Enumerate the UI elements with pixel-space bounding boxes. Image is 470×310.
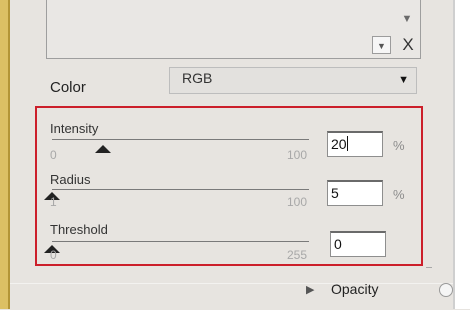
intensity-max: 100 bbox=[287, 148, 308, 162]
footer-bar bbox=[10, 283, 453, 310]
radius-input[interactable]: 5 bbox=[327, 180, 383, 206]
chevron-down-icon: ▼ bbox=[398, 74, 409, 86]
window-frame-left bbox=[0, 0, 8, 309]
radius-min: 1 bbox=[50, 195, 57, 209]
opacity-radio[interactable] bbox=[439, 283, 453, 297]
opacity-label[interactable]: Opacity bbox=[331, 281, 378, 297]
list-dropdown-button[interactable]: ▼ bbox=[372, 36, 391, 54]
color-label: Color bbox=[50, 79, 86, 96]
intensity-slider-track[interactable] bbox=[52, 139, 309, 140]
scroll-down-icon[interactable]: ▼ bbox=[400, 12, 414, 26]
radius-unit: % bbox=[393, 187, 405, 202]
window-frame-right bbox=[455, 0, 470, 309]
preset-list-box[interactable] bbox=[46, 0, 421, 59]
threshold-max: 255 bbox=[287, 248, 308, 262]
threshold-min: 0 bbox=[50, 248, 57, 262]
color-mode-value: RGB bbox=[182, 70, 213, 86]
radius-title: Radius bbox=[50, 172, 91, 187]
intensity-unit: % bbox=[393, 138, 405, 153]
intensity-input[interactable]: 20 bbox=[327, 131, 383, 157]
intensity-slider-thumb[interactable] bbox=[95, 145, 112, 153]
intensity-value: 20 bbox=[331, 136, 347, 152]
radius-slider-track[interactable] bbox=[52, 189, 309, 190]
color-mode-select[interactable]: RGB ▼ bbox=[169, 67, 417, 94]
clear-list-button[interactable]: X bbox=[397, 34, 419, 56]
intensity-title: Intensity bbox=[50, 121, 99, 136]
window-frame-inner bbox=[8, 0, 10, 309]
threshold-slider-track[interactable] bbox=[52, 241, 309, 242]
expand-arrow-icon[interactable]: ▶ bbox=[306, 283, 314, 296]
radius-max: 100 bbox=[287, 195, 308, 209]
threshold-title: Threshold bbox=[50, 222, 108, 237]
threshold-input[interactable]: 0 bbox=[330, 231, 386, 257]
intensity-min: 0 bbox=[50, 148, 57, 162]
text-cursor bbox=[346, 136, 348, 151]
resize-mark bbox=[426, 267, 432, 268]
